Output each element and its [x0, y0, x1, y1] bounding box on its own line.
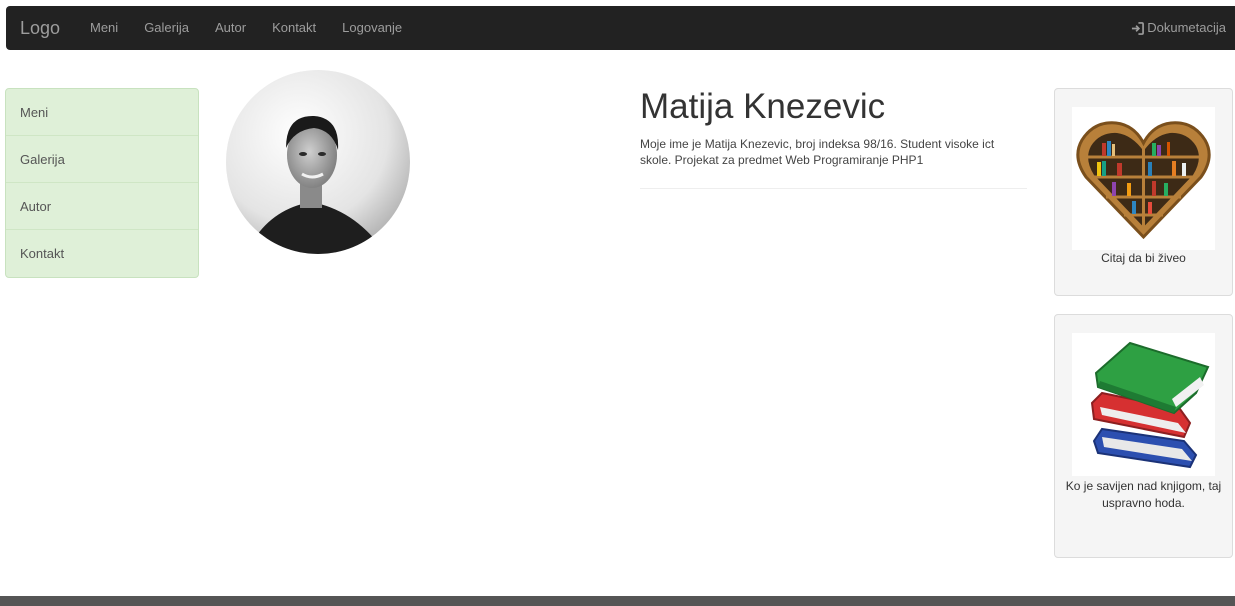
nav-link-autor[interactable]: Autor — [215, 18, 246, 38]
quote-card-2: Ko je savijen nad knjigom, taj uspravno … — [1054, 314, 1233, 558]
profile-name: Matija Knezevic — [640, 87, 886, 126]
sidebar-menu: Meni Galerija Autor Kontakt — [5, 88, 199, 278]
profile-section: Matija Knezevic Moje ime je Matija Kneze… — [640, 88, 1027, 189]
nav-right-label: Dokumetacija — [1147, 20, 1226, 35]
nav-link-meni[interactable]: Meni — [90, 18, 118, 38]
heart-bookshelf-image — [1072, 107, 1215, 250]
navbar: Logo Meni Galerija Autor Kontakt Logovan… — [6, 6, 1235, 50]
divider — [640, 188, 1027, 189]
avatar — [226, 70, 410, 254]
card-caption: Citaj da bi živeo — [1101, 251, 1186, 265]
book-stack-image — [1072, 333, 1215, 476]
quote-card-1: Citaj da bi živeo — [1054, 88, 1233, 296]
footer — [0, 596, 1235, 606]
profile-description: Moje ime je Matija Knezevic, broj indeks… — [640, 137, 995, 167]
brand-logo[interactable]: Logo — [20, 18, 60, 38]
sidebar-item-autor[interactable]: Autor — [6, 183, 198, 230]
sidebar-item-meni[interactable]: Meni — [6, 89, 198, 136]
nav-link-galerija[interactable]: Galerija — [144, 18, 189, 38]
login-icon — [1132, 21, 1145, 35]
card-caption: Ko je savijen nad knjigom, taj uspravno … — [1065, 479, 1222, 510]
nav-link-kontakt[interactable]: Kontakt — [272, 18, 316, 38]
sidebar-item-kontakt[interactable]: Kontakt — [6, 230, 198, 277]
nav-links: Meni Galerija Autor Kontakt Logovanje — [90, 6, 428, 50]
sidebar-item-galerija[interactable]: Galerija — [6, 136, 198, 183]
nav-link-dokumetacija[interactable]: Dokumetacija — [1131, 18, 1226, 38]
nav-link-logovanje[interactable]: Logovanje — [342, 18, 402, 38]
